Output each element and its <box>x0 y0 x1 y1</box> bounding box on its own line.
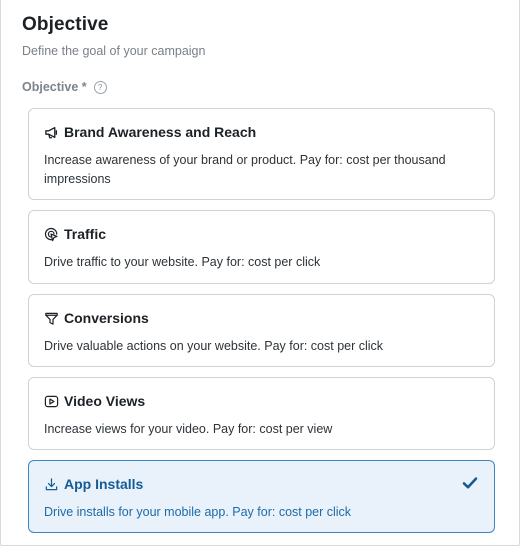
objective-card-title: App Installs <box>64 476 144 492</box>
objective-card-header: Brand Awareness and Reach <box>44 124 256 140</box>
megaphone-icon <box>44 125 59 140</box>
objective-label-text: Objective * <box>22 80 87 94</box>
objective-card-title: Video Views <box>64 393 146 409</box>
download-icon <box>44 477 59 492</box>
section-subtitle: Define the goal of your campaign <box>22 44 206 58</box>
cursor-click-icon <box>44 227 59 242</box>
objective-card-video-views[interactable]: Video Views Increase views for your vide… <box>28 377 495 450</box>
question-circle-icon[interactable]: ? <box>93 80 107 94</box>
objective-field-label: Objective * ? <box>22 80 107 94</box>
objective-card-header: App Installs <box>44 476 143 492</box>
checkmark-icon <box>462 477 478 489</box>
objective-card-description: Drive installs for your mobile app. Pay … <box>44 505 352 519</box>
objective-panel: Objective Define the goal of your campai… <box>0 0 520 546</box>
objective-card-header: Traffic <box>44 226 106 242</box>
objective-card-description: Drive valuable actions on your website. … <box>44 339 384 353</box>
objective-card-title: Conversions <box>64 310 149 326</box>
objective-card-app-installs[interactable]: App Installs Drive installs for your mob… <box>28 460 495 533</box>
objective-card-traffic[interactable]: Traffic Drive traffic to your website. P… <box>28 210 495 284</box>
objective-card-title: Brand Awareness and Reach <box>64 124 257 140</box>
section-title: Objective <box>22 14 109 35</box>
objective-card-description: Increase views for your video. Pay for: … <box>44 422 333 436</box>
objective-card-brand-awareness[interactable]: Brand Awareness and Reach Increase aware… <box>28 108 495 200</box>
objective-card-description: Increase awareness of your brand or prod… <box>44 153 446 186</box>
play-icon <box>44 394 59 409</box>
objective-card-header: Conversions <box>44 310 149 326</box>
objective-card-title: Traffic <box>64 226 107 242</box>
objective-card-description: Drive traffic to your website. Pay for: … <box>44 255 321 269</box>
objective-card-conversions[interactable]: Conversions Drive valuable actions on yo… <box>28 294 495 367</box>
objective-card-header: Video Views <box>44 393 145 409</box>
funnel-icon <box>44 311 59 326</box>
